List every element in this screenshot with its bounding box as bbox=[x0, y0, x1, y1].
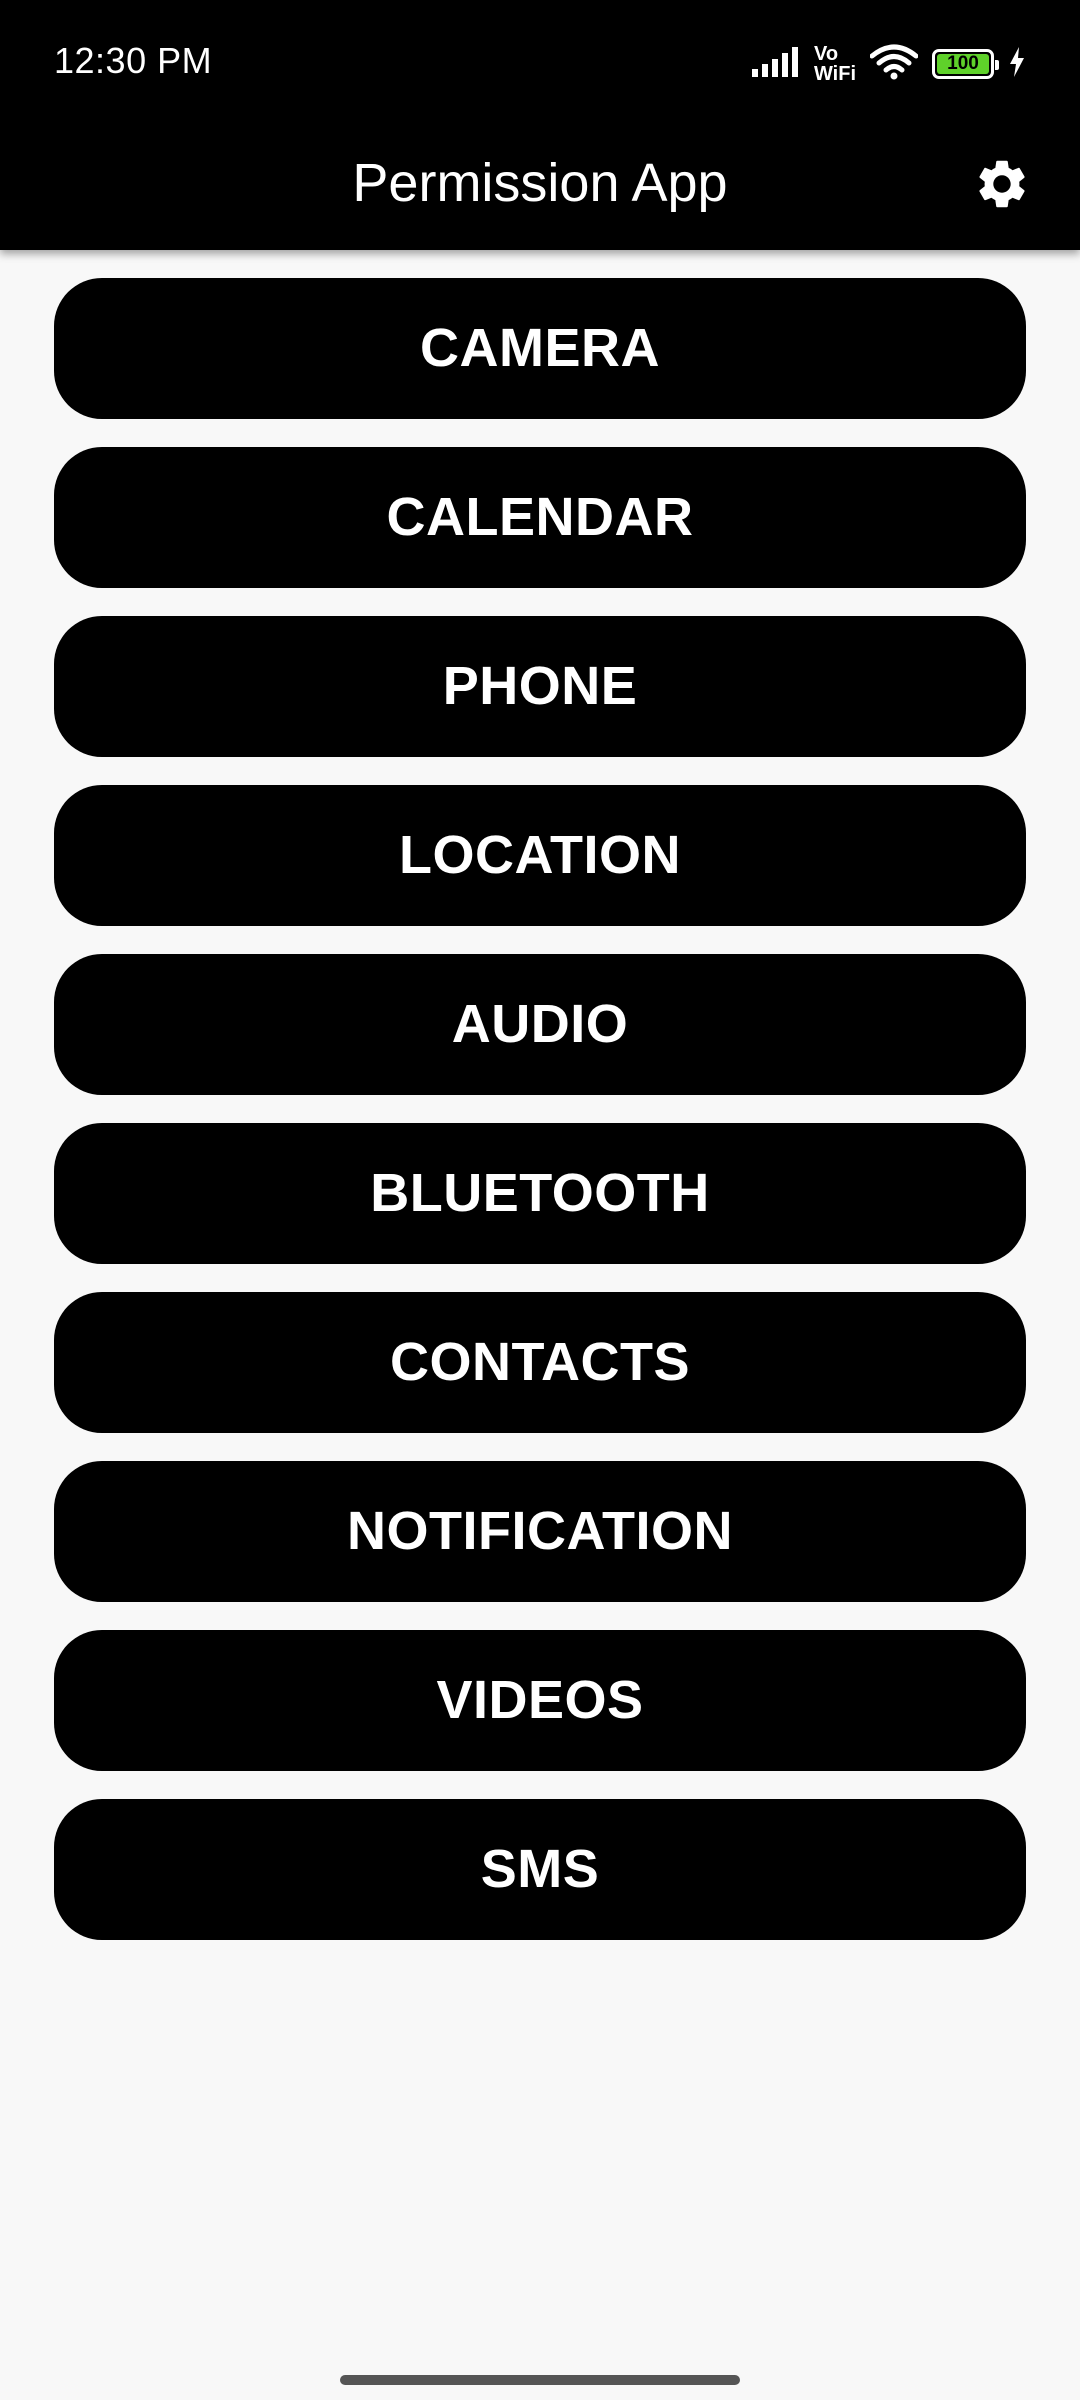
vowifi-bottom-label: WiFi bbox=[813, 63, 856, 85]
gear-icon bbox=[973, 155, 1031, 218]
permission-list: CAMERA CALENDAR PHONE LOCATION AUDIO BLU… bbox=[0, 250, 1080, 1940]
status-time: 12:30 PM bbox=[54, 40, 213, 81]
battery-icon: 100 bbox=[932, 49, 999, 79]
settings-button[interactable] bbox=[962, 146, 1042, 226]
sms-button[interactable]: SMS bbox=[54, 1799, 1026, 1940]
vowifi-icon: Vo WiFi bbox=[814, 44, 856, 84]
list-item: NOTIFICATION bbox=[54, 1461, 1026, 1602]
list-item: SMS bbox=[54, 1799, 1026, 1940]
charging-icon bbox=[1008, 46, 1026, 82]
list-item: CONTACTS bbox=[54, 1292, 1026, 1433]
contacts-button[interactable]: CONTACTS bbox=[54, 1292, 1026, 1433]
list-item: PHONE bbox=[54, 616, 1026, 757]
list-item: CALENDAR bbox=[54, 447, 1026, 588]
signal-icon bbox=[751, 46, 800, 82]
location-button[interactable]: LOCATION bbox=[54, 785, 1026, 926]
status-bar: 12:30 PM Vo WiFi 100 bbox=[0, 0, 1080, 125]
navigation-bar bbox=[0, 2355, 1080, 2400]
list-item: CAMERA bbox=[54, 278, 1026, 419]
vowifi-top-label: Vo bbox=[813, 43, 839, 65]
bluetooth-button[interactable]: BLUETOOTH bbox=[54, 1123, 1026, 1264]
list-item: BLUETOOTH bbox=[54, 1123, 1026, 1264]
home-indicator[interactable] bbox=[340, 2375, 740, 2385]
camera-button[interactable]: CAMERA bbox=[54, 278, 1026, 419]
battery-level: 100 bbox=[937, 54, 989, 74]
permission-content: CAMERA CALENDAR PHONE LOCATION AUDIO BLU… bbox=[0, 250, 1080, 1968]
list-item: AUDIO bbox=[54, 954, 1026, 1095]
wifi-icon bbox=[869, 44, 919, 85]
videos-button[interactable]: VIDEOS bbox=[54, 1630, 1026, 1771]
phone-button[interactable]: PHONE bbox=[54, 616, 1026, 757]
calendar-button[interactable]: CALENDAR bbox=[54, 447, 1026, 588]
app-title: Permission App bbox=[352, 153, 728, 213]
audio-button[interactable]: AUDIO bbox=[54, 954, 1026, 1095]
app-toolbar: Permission App bbox=[0, 125, 1080, 250]
list-item: VIDEOS bbox=[54, 1630, 1026, 1771]
notification-button[interactable]: NOTIFICATION bbox=[54, 1461, 1026, 1602]
status-icons: Vo WiFi 100 bbox=[751, 40, 1026, 88]
list-item: LOCATION bbox=[54, 785, 1026, 926]
